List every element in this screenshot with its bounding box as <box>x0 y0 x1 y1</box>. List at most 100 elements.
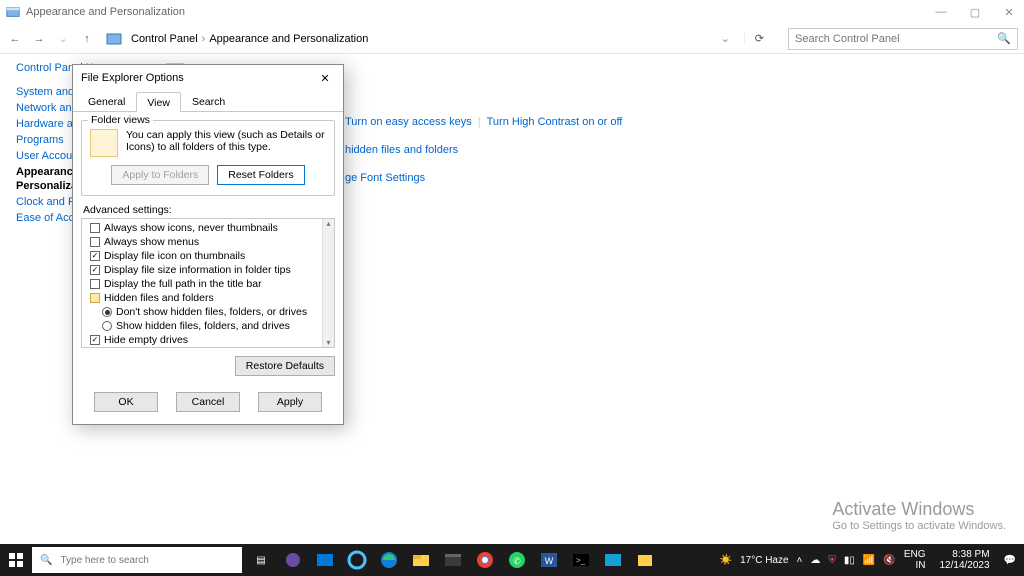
weather-text[interactable]: 17°C Haze <box>740 555 788 566</box>
volume-icon[interactable]: 🔇 <box>883 555 895 566</box>
tab-search[interactable]: Search <box>181 91 236 111</box>
content-link[interactable]: Turn on easy access keys <box>345 116 472 128</box>
whatsapp-icon[interactable]: ✆ <box>502 544 532 576</box>
activate-windows-watermark: Activate Windows Go to Settings to activ… <box>832 499 1006 532</box>
clock[interactable]: 8:38 PM 12/14/2023 <box>939 549 995 571</box>
folder-views-group: Folder views You can apply this view (su… <box>81 120 335 196</box>
refresh-button[interactable]: ⟳ <box>744 32 774 45</box>
checkbox-icon[interactable]: ✓ <box>90 251 100 261</box>
up-button[interactable]: ↑ <box>78 33 96 45</box>
tree-item[interactable]: ✓Hide empty drives <box>86 333 322 347</box>
tree-item[interactable]: ✓Hide extensions for known file types <box>86 347 322 348</box>
taskbar-app-icon[interactable] <box>438 544 468 576</box>
chrome-icon[interactable] <box>470 544 500 576</box>
taskbar-search[interactable]: 🔍 Type here to search <box>32 547 242 573</box>
breadcrumb-sep: › <box>202 33 206 45</box>
checkbox-icon[interactable] <box>90 237 100 247</box>
recent-dropdown[interactable]: ⌄ <box>54 32 72 45</box>
tree-item-label: Show hidden files, folders, and drives <box>116 320 290 332</box>
breadcrumb-part[interactable]: Appearance and Personalization <box>209 33 368 45</box>
ok-button[interactable]: OK <box>94 392 158 412</box>
tree-item[interactable]: Display the full path in the title bar <box>86 277 322 291</box>
breadcrumb[interactable]: Control Panel › Appearance and Personali… <box>131 33 368 45</box>
content-link[interactable]: Turn High Contrast on or off <box>487 116 623 128</box>
tree-item[interactable]: Show hidden files, folders, and drives <box>86 319 322 333</box>
dialog-titlebar[interactable]: File Explorer Options ✕ <box>73 65 343 91</box>
tree-item-label: Hidden files and folders <box>104 292 214 304</box>
radio-icon[interactable] <box>102 307 112 317</box>
restore-defaults-button[interactable]: Restore Defaults <box>235 356 335 376</box>
tab-view[interactable]: View <box>136 92 181 112</box>
search-icon: 🔍 <box>40 555 52 566</box>
svg-text:W: W <box>545 556 554 566</box>
close-icon[interactable]: ✕ <box>315 72 335 85</box>
content-link[interactable]: ge Font Settings <box>345 172 425 184</box>
search-input[interactable] <box>795 33 1011 45</box>
watermark-subtitle: Go to Settings to activate Windows. <box>832 520 1006 532</box>
tree-item[interactable]: ✓ Display file icon on thumbnails <box>86 249 322 263</box>
minimize-button[interactable]: — <box>932 6 950 19</box>
start-button[interactable] <box>0 544 32 576</box>
watermark-title: Activate Windows <box>832 499 1006 520</box>
cancel-button[interactable]: Cancel <box>176 392 240 412</box>
onedrive-icon[interactable]: ☁ <box>810 555 820 566</box>
path-dropdown[interactable]: ⌄ <box>713 32 738 45</box>
dialog-title: File Explorer Options <box>81 72 315 84</box>
folder-icon <box>90 293 100 303</box>
scrollbar[interactable]: ▴ ▾ <box>322 219 334 347</box>
checkbox-icon[interactable] <box>90 223 100 233</box>
taskbar-app-icon[interactable] <box>278 544 308 576</box>
file-explorer-options-dialog: File Explorer Options ✕ General View Sea… <box>72 64 344 425</box>
forward-button[interactable]: → <box>30 33 48 45</box>
content-link[interactable]: hidden files and folders <box>345 144 458 156</box>
checkbox-icon[interactable] <box>90 279 100 289</box>
security-icon[interactable]: ⛨ <box>828 555 836 566</box>
search-box[interactable]: 🔍 <box>788 28 1018 50</box>
folder-icon <box>90 129 118 157</box>
tab-general[interactable]: General <box>77 91 136 111</box>
wifi-icon[interactable]: 📶 <box>863 555 875 566</box>
reset-folders-button[interactable]: Reset Folders <box>217 165 304 185</box>
tree-item-label: Don't show hidden files, folders, or dri… <box>116 306 307 318</box>
advanced-settings-label: Advanced settings: <box>83 204 335 216</box>
taskbar-app-icon[interactable] <box>310 544 340 576</box>
tree-item[interactable]: Hidden files and folders <box>86 291 322 305</box>
tree-item[interactable]: ✓Display file size information in folder… <box>86 263 322 277</box>
taskbar-app-icon[interactable] <box>630 544 660 576</box>
tree-item[interactable]: Don't show hidden files, folders, or dri… <box>86 305 322 319</box>
taskbar-search-placeholder: Type here to search <box>60 555 234 566</box>
notifications-icon[interactable]: 💬 <box>1004 555 1016 566</box>
advanced-settings-tree[interactable]: Always show icons, never thumbnailsAlway… <box>81 218 335 348</box>
battery-icon[interactable]: ▮▯ <box>844 555 855 566</box>
language-indicator[interactable]: ENG IN <box>904 549 932 571</box>
back-button[interactable]: ← <box>6 33 24 45</box>
taskbar[interactable]: 🔍 Type here to search ▤ ✆ W >_ ☀️ 17°C H… <box>0 544 1024 576</box>
apply-button[interactable]: Apply <box>258 392 322 412</box>
taskbar-app-icon[interactable] <box>598 544 628 576</box>
edge-icon[interactable] <box>374 544 404 576</box>
tree-item[interactable]: Always show menus <box>86 235 322 249</box>
breadcrumb-part[interactable]: Control Panel <box>131 33 198 45</box>
window-titlebar: Appearance and Personalization — ▢ ✕ <box>0 0 1024 24</box>
task-view-icon[interactable]: ▤ <box>246 544 276 576</box>
maximize-button[interactable]: ▢ <box>966 6 984 19</box>
link-sep: | <box>478 116 481 128</box>
tree-item[interactable]: Always show icons, never thumbnails <box>86 221 322 235</box>
folder-views-desc: You can apply this view (such as Details… <box>126 129 326 157</box>
group-label: Folder views <box>88 114 153 126</box>
tray-chevron-icon[interactable]: ˄ <box>797 555 803 566</box>
scroll-down-icon[interactable]: ▾ <box>323 338 334 347</box>
tree-item-label: Display file icon on thumbnails <box>104 250 245 262</box>
checkbox-icon[interactable]: ✓ <box>90 265 100 275</box>
radio-icon[interactable] <box>102 321 112 331</box>
close-window-button[interactable]: ✕ <box>1000 6 1018 19</box>
scroll-up-icon[interactable]: ▴ <box>323 219 334 228</box>
checkbox-icon[interactable]: ✓ <box>90 335 100 345</box>
taskbar-app-icon[interactable] <box>342 544 372 576</box>
svg-text:>_: >_ <box>576 556 586 565</box>
file-explorer-icon[interactable] <box>406 544 436 576</box>
terminal-icon[interactable]: >_ <box>566 544 596 576</box>
weather-icon[interactable]: ☀️ <box>720 555 732 566</box>
window-icon <box>6 5 20 19</box>
word-icon[interactable]: W <box>534 544 564 576</box>
